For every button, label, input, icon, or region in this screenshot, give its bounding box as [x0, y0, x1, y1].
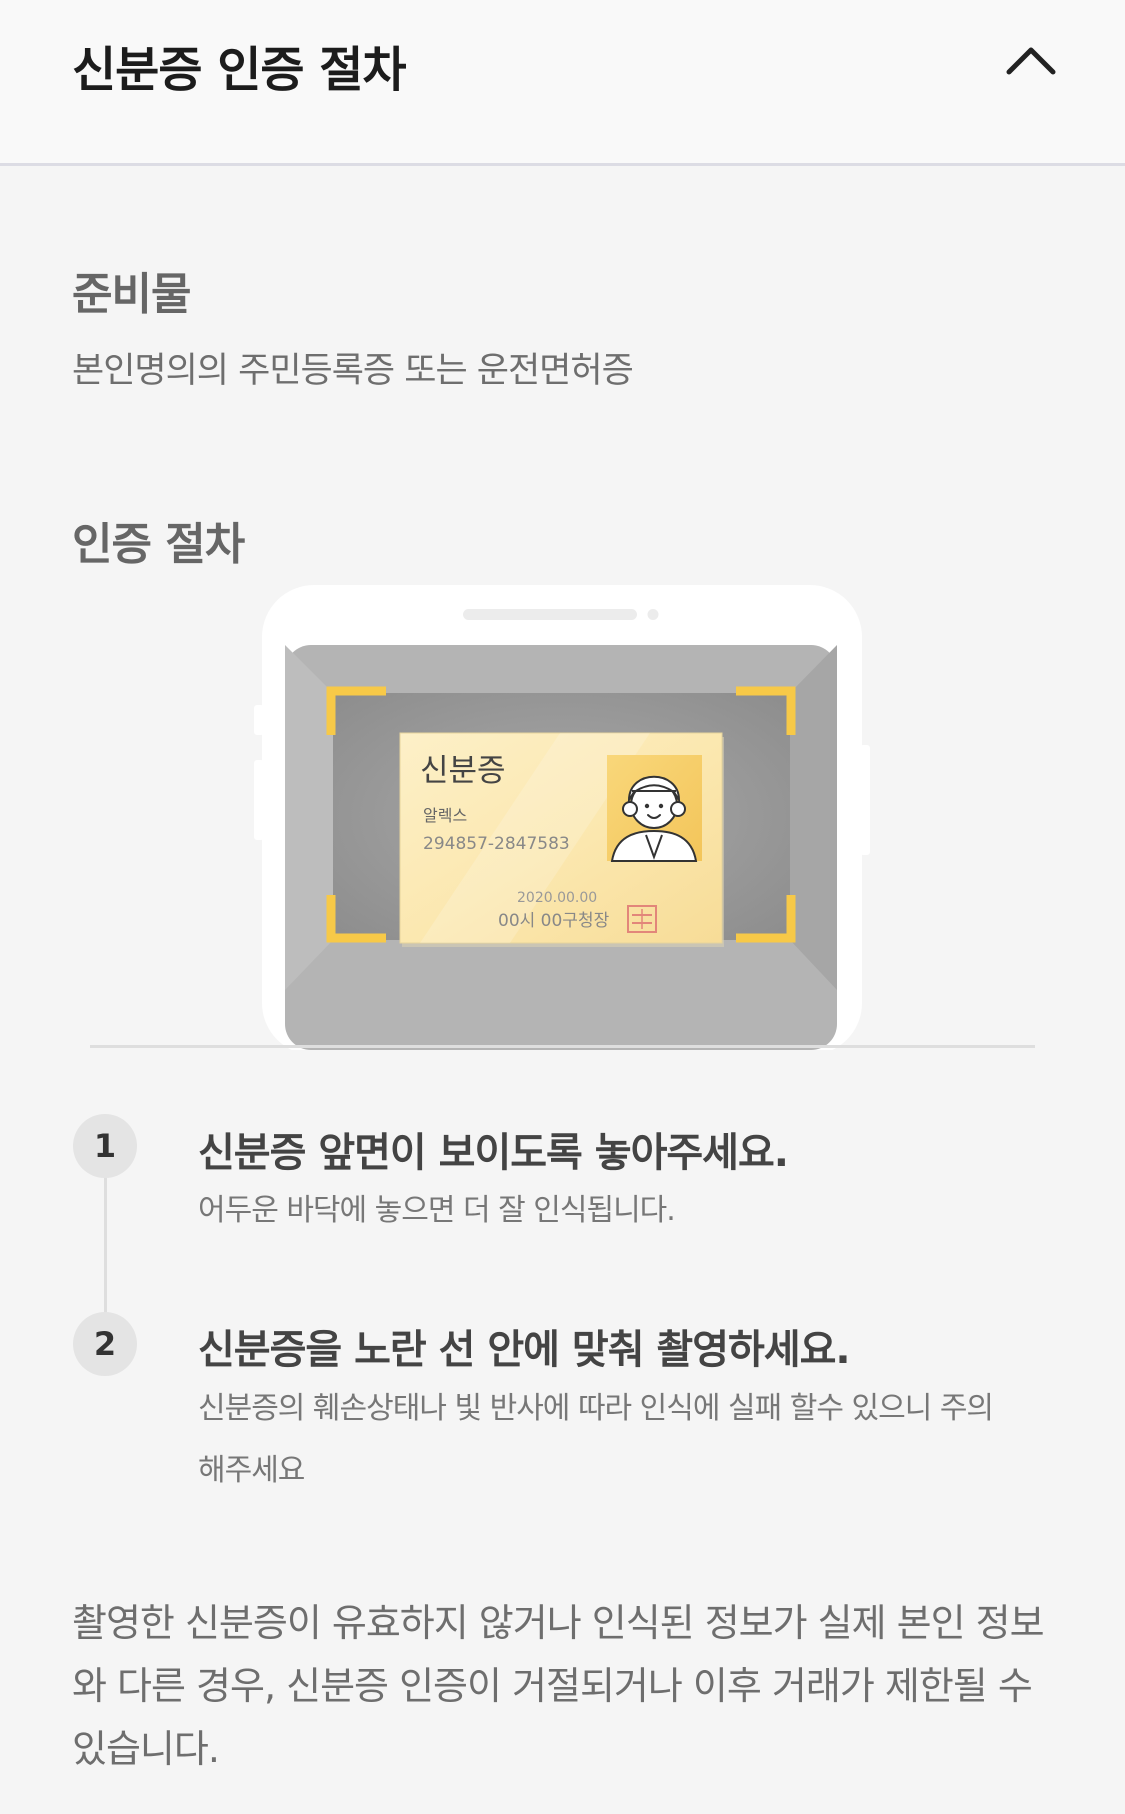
chevron-up-icon[interactable] — [1005, 40, 1057, 80]
step-2-number: 2 — [73, 1312, 137, 1376]
id-card-title: 신분증 — [420, 753, 506, 789]
header: 신분증 인증 절차 — [0, 0, 1125, 166]
prep-description: 본인명의의 주민등록증 또는 운전면허증 — [72, 351, 634, 391]
step-1-title: 신분증 앞면이 보이도록 놓아주세요. — [198, 1130, 789, 1176]
avatar-icon — [607, 755, 702, 862]
page-title: 신분증 인증 절차 — [72, 42, 407, 98]
id-scan-illustration: 신분증 알렉스 294857-2847583 2020.00.00 00시 00… — [254, 585, 870, 1050]
id-card-illustration: 신분증 알렉스 294857-2847583 2020.00.00 00시 00… — [399, 732, 724, 947]
step-2-title: 신분증을 노란 선 안에 맞춰 촬영하세요. — [198, 1327, 851, 1373]
step-2-description: 신분증의 훼손상태나 빛 반사에 따라 인식에 실패 할수 있으니 주의해주세요 — [198, 1391, 994, 1488]
warning-notice: 촬영한 신분증이 유효하지 않거나 인식된 정보가 실제 본인 정보와 다른 경… — [72, 1601, 1045, 1771]
id-card-issuer: 00시 00구청장 — [498, 911, 610, 931]
procedure-section-title: 인증 절차 — [72, 519, 245, 570]
step-1-description: 어두운 바닥에 놓으면 더 잘 인식됩니다. — [198, 1193, 676, 1228]
id-card-date: 2020.00.00 — [517, 890, 597, 906]
illustration-divider — [90, 1045, 1035, 1048]
id-card-name: 알렉스 — [423, 806, 467, 825]
step-connector-line — [104, 1175, 107, 1317]
step-1-number: 1 — [73, 1114, 137, 1178]
id-card-number: 294857-2847583 — [423, 834, 570, 854]
prep-section-title: 준비물 — [72, 269, 191, 320]
